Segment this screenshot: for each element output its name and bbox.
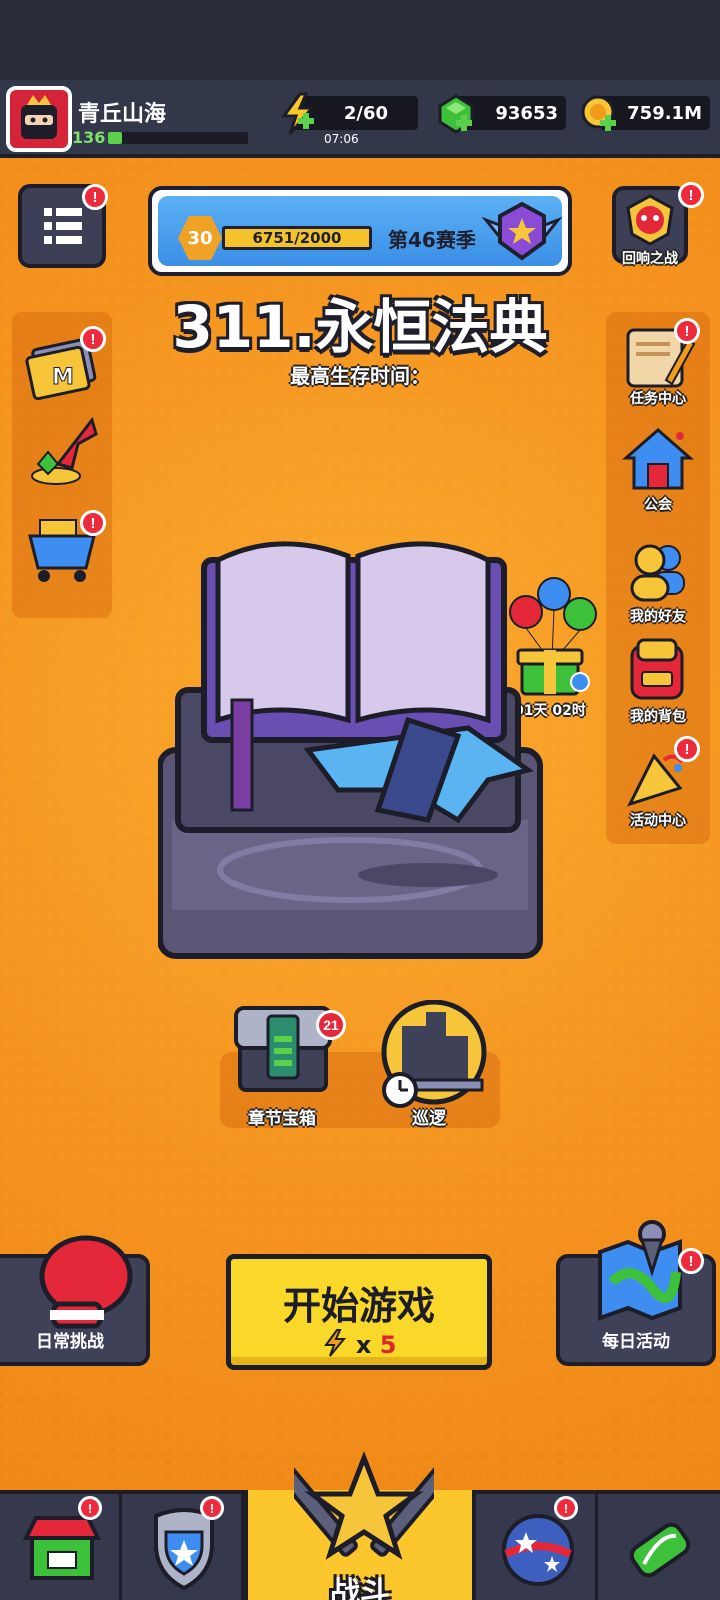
menu-alert-badge: ! (82, 184, 108, 210)
ninja-avatar-icon (21, 95, 57, 139)
avatar[interactable] (6, 86, 72, 152)
nav-evolution[interactable] (598, 1494, 720, 1600)
gem-icon (438, 94, 474, 134)
status-bar (0, 0, 720, 80)
shop-icon (22, 1516, 102, 1580)
start-cost: x 5 (231, 1329, 487, 1359)
crossed-swords-star-icon (294, 1451, 434, 1560)
start-cost-multiplier: x (355, 1331, 372, 1359)
season-banner[interactable]: 30 6751/2000 第46赛季 (148, 186, 572, 276)
backpack-label: 我的背包 (630, 709, 686, 725)
nav-battle-label: 战斗 (330, 1576, 390, 1600)
patrol-icon[interactable] (378, 1000, 490, 1108)
daily-activity-label: 每日活动 (602, 1332, 670, 1352)
season-name: 第46赛季 (388, 228, 476, 252)
dna-capsule-icon (629, 1522, 691, 1578)
growth-arrow-icon[interactable] (22, 412, 102, 492)
shop-cart-badge: ! (80, 510, 106, 536)
events-center-badge: ! (674, 736, 700, 762)
level-progress-fill (108, 132, 122, 144)
daily-challenge-button[interactable]: 日常挑战 (0, 1235, 150, 1366)
eternal-codex-book (158, 541, 543, 959)
shop-nav-badge: ! (78, 1496, 102, 1520)
guild-house-icon[interactable] (618, 420, 698, 500)
chapter-chest-label: 章节宝箱 (248, 1109, 316, 1129)
start-game-button[interactable]: 开始游戏 x 5 (226, 1254, 492, 1370)
start-cost-amount: 5 (379, 1331, 397, 1359)
guild-label: 公会 (644, 497, 672, 513)
events-center-label: 活动中心 (630, 813, 686, 829)
nav-equipment[interactable] (122, 1494, 244, 1600)
season-banner-inner: 30 6751/2000 第46赛季 (158, 196, 562, 266)
energy-value: 2/60 (343, 102, 388, 124)
equipment-nav-badge: ! (200, 1496, 224, 1520)
star-orb-icon (502, 1514, 574, 1586)
svg-text:M: M (52, 365, 74, 390)
season-shield-icon (482, 201, 562, 261)
friends-label: 我的好友 (630, 609, 686, 625)
chest-count-badge: 21 (316, 1010, 346, 1040)
daily-activity-badge: ! (678, 1248, 704, 1274)
lightning-icon (281, 92, 316, 135)
nav-talent[interactable] (476, 1494, 598, 1600)
boxing-glove-icon (39, 1235, 133, 1329)
gem-value: 93653 (495, 102, 558, 124)
map-pin-icon (598, 1220, 682, 1321)
level-progress-bar (108, 132, 248, 144)
monthly-card-badge: ! (80, 326, 106, 352)
talent-nav-badge: ! (554, 1496, 578, 1520)
echo-battle-badge: ! (678, 182, 704, 208)
echo-battle-label: 回响之战 (622, 251, 678, 267)
player-level: 136 (72, 128, 106, 147)
top-bar: 青丘山海 136 2/60 07:06 93653 759.1M (0, 80, 720, 158)
backpack-icon[interactable] (618, 630, 698, 710)
nav-shop[interactable] (0, 1494, 122, 1600)
task-center-label: 任务中心 (630, 391, 686, 407)
season-level: 30 (178, 216, 222, 260)
start-game-label: 开始游戏 (282, 1284, 435, 1328)
lightning-icon (323, 1329, 346, 1357)
task-center-badge: ! (674, 318, 700, 344)
friends-icon[interactable] (618, 532, 698, 612)
patrol-label: 巡逻 (412, 1109, 446, 1129)
season-progress: 6751/2000 (222, 226, 372, 250)
daily-challenge-label: 日常挑战 (36, 1332, 104, 1352)
player-name: 青丘山海 (78, 102, 167, 127)
energy-timer: 07:06 (324, 132, 359, 146)
coin-value: 759.1M (627, 102, 702, 124)
coin-icon (581, 95, 616, 131)
